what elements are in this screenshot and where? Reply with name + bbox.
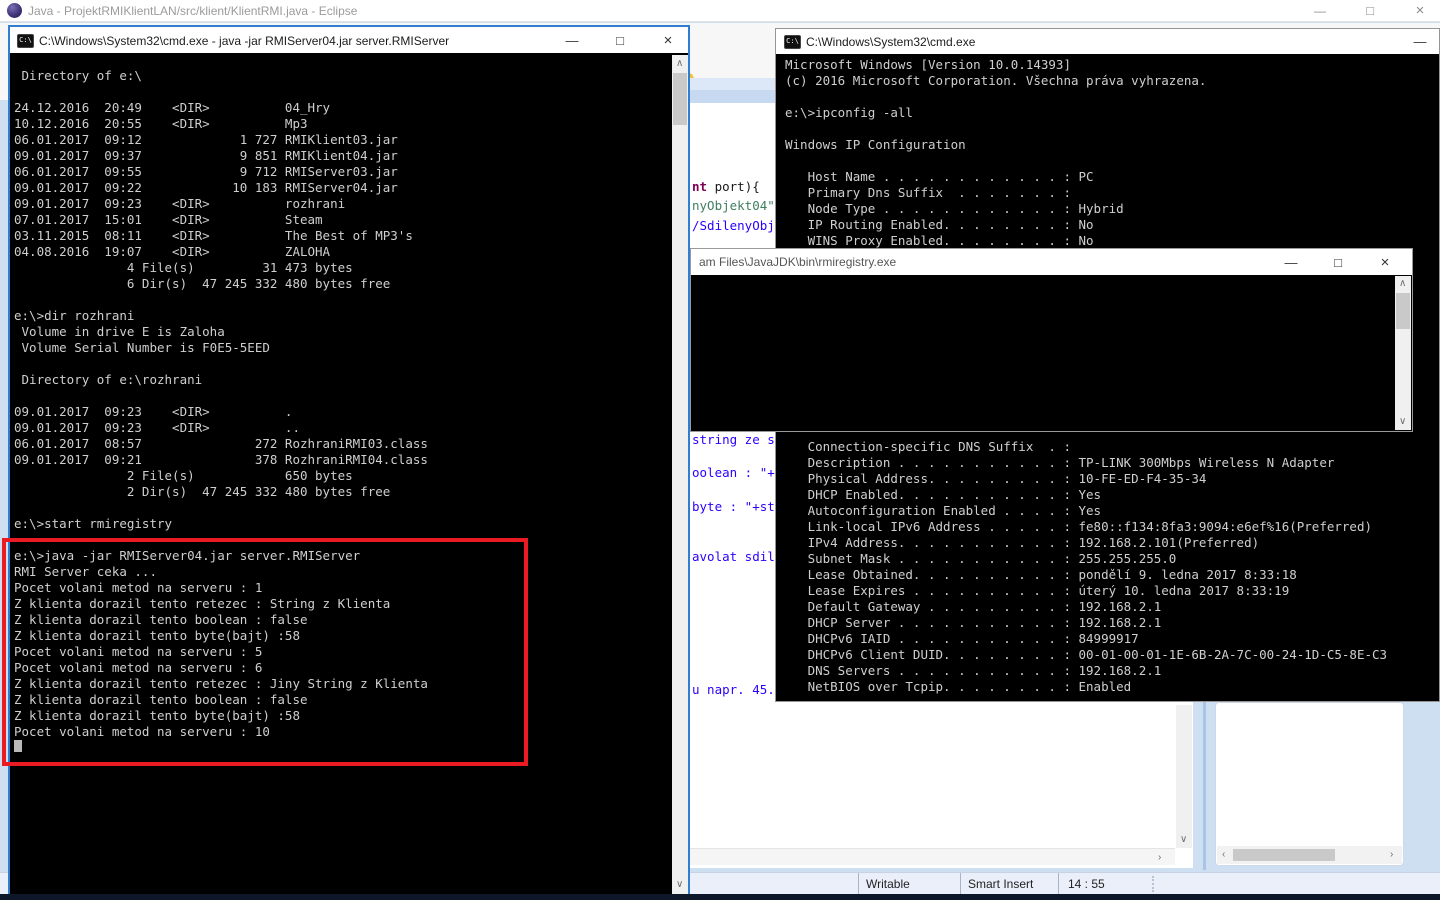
status-divider <box>1058 873 1059 895</box>
code-fragment-1: nt port){ <box>692 180 760 194</box>
rmiregistry-window[interactable]: am Files\JavaJDK\bin\rmiregistry.exe — □… <box>690 248 1413 432</box>
right-panel-horizontal-scrollbar[interactable]: ‹ › <box>1217 846 1402 864</box>
code-keyword: nt <box>692 179 707 194</box>
minimize-icon[interactable]: — <box>1277 255 1305 270</box>
status-divider <box>858 873 859 895</box>
eclipse-logo-icon <box>7 3 22 18</box>
rmiserver-scrollbar[interactable]: ∧ ∨ <box>672 55 688 894</box>
eclipse-window-title: Java - ProjektRMIKlientLAN/src/klient/Kl… <box>28 4 357 18</box>
eclipse-titlebar[interactable]: Java - ProjektRMIKlientLAN/src/klient/Kl… <box>0 0 1440 22</box>
code-fragment-7: avolat sdil <box>692 550 775 564</box>
cmd-icon: C:\ <box>784 35 801 49</box>
rmiregistry-titlebar[interactable]: am Files\JavaJDK\bin\rmiregistry.exe — □… <box>691 249 1412 275</box>
code-fragment-3: /SdilenyObj <box>692 219 775 233</box>
ipconfig-output-bottom[interactable]: Connection-specific DNS Suffix . : Descr… <box>785 439 1387 695</box>
code-fragment-8: u napr. 45. <box>692 683 775 697</box>
status-insert-mode: Smart Insert <box>968 877 1033 891</box>
scroll-up-icon[interactable]: ∧ <box>676 59 683 69</box>
code-fragment-6: byte : "+st <box>692 500 775 514</box>
rmiregistry-scrollbar[interactable]: ∧ ∨ <box>1395 276 1411 430</box>
status-cursor-position: 14 : 55 <box>1068 877 1105 891</box>
eclipse-tab-band <box>688 78 784 90</box>
eclipse-minimize-button[interactable]: — <box>1303 0 1337 22</box>
status-writable: Writable <box>866 877 910 891</box>
scroll-down-icon[interactable]: ∨ <box>1399 417 1406 427</box>
maximize-icon[interactable]: □ <box>1324 255 1352 270</box>
minimize-icon[interactable]: — <box>558 33 586 48</box>
scroll-down-icon[interactable]: ∨ <box>1180 835 1187 845</box>
cmd-rmiserver-title: C:\Windows\System32\cmd.exe - java -jar … <box>39 34 449 48</box>
editor-vertical-scrollbar[interactable]: ∨ <box>1176 705 1192 848</box>
scrollbar-thumb[interactable] <box>1396 293 1410 329</box>
scroll-right-icon[interactable]: › <box>1158 853 1161 863</box>
scroll-left-icon[interactable]: ‹ <box>1222 850 1225 860</box>
scrollbar-thumb[interactable] <box>1233 849 1335 861</box>
eclipse-close-button[interactable]: × <box>1403 0 1437 22</box>
panel-splitter[interactable] <box>1203 702 1206 870</box>
ipconfig-output-top[interactable]: Microsoft Windows [Version 10.0.14393] (… <box>785 57 1206 249</box>
cmd-rmiserver-titlebar[interactable]: C:\ C:\Windows\System32\cmd.exe - java -… <box>10 27 688 53</box>
eclipse-restore-button[interactable]: □ <box>1353 0 1387 22</box>
close-icon[interactable]: × <box>654 32 682 49</box>
scroll-right-icon[interactable]: › <box>1390 850 1393 860</box>
code-fragment-4: string ze s <box>692 433 775 447</box>
rmiserver-console-output[interactable]: Directory of e:\ 24.12.2016 20:49 <DIR> … <box>14 68 428 740</box>
desktop: Java - ProjektRMIKlientLAN/src/klient/Kl… <box>0 0 1440 900</box>
cmd-window-rmiserver[interactable]: C:\ C:\Windows\System32\cmd.exe - java -… <box>8 25 690 896</box>
code-plain: port){ <box>707 179 760 194</box>
bottom-edge <box>0 894 1440 900</box>
status-drag-handle[interactable] <box>1152 876 1154 892</box>
eclipse-right-panel[interactable]: ‹ › <box>1215 702 1404 866</box>
code-fragment-5: oolean : "+ <box>692 466 775 480</box>
eclipse-tab-band-2 <box>688 90 784 103</box>
close-icon[interactable]: × <box>1371 254 1399 271</box>
scrollbar-thumb[interactable] <box>673 73 687 125</box>
rmiregistry-title: am Files\JavaJDK\bin\rmiregistry.exe <box>699 255 896 269</box>
scroll-up-icon[interactable]: ∧ <box>1399 279 1406 289</box>
console-cursor <box>14 740 22 752</box>
scroll-down-icon[interactable]: ∨ <box>676 880 683 890</box>
editor-horizontal-scrollbar[interactable]: › <box>688 848 1175 865</box>
cmd-icon: C:\ <box>17 34 34 48</box>
cmd-ipconfig-title: C:\Windows\System32\cmd.exe <box>806 35 975 49</box>
minimize-icon[interactable]: — <box>1406 34 1434 49</box>
cmd-ipconfig-titlebar[interactable]: C:\ C:\Windows\System32\cmd.exe — <box>776 29 1439 54</box>
status-divider <box>960 873 961 895</box>
code-fragment-2: nyObjekt04" <box>692 199 775 213</box>
maximize-icon[interactable]: □ <box>606 33 634 48</box>
